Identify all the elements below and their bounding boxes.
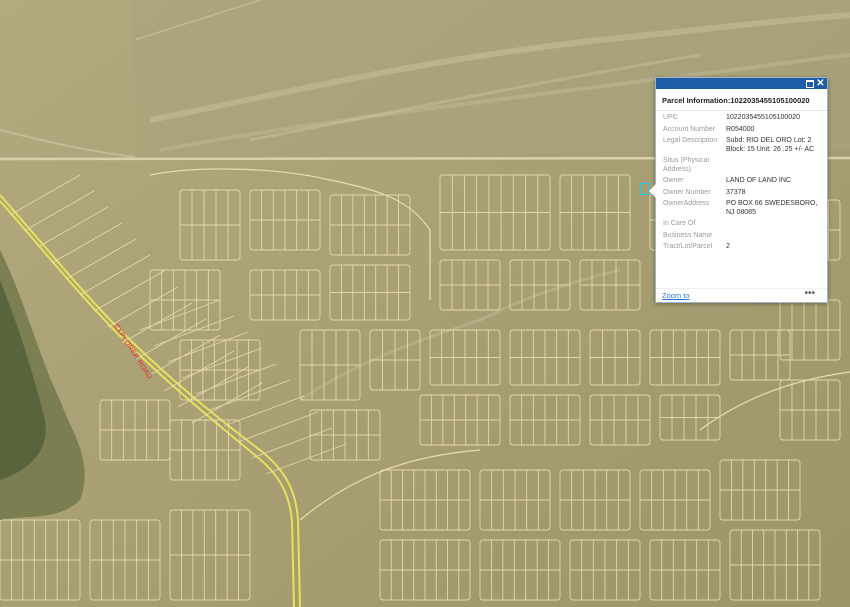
field-label: Owner Number (663, 188, 711, 196)
field-label: Situs (Physical Address) (663, 157, 709, 173)
popup-footer: Zoom to ••• (656, 288, 827, 302)
field-row: Tract/Lot/Parcel 2 (663, 243, 821, 252)
parcel-popup: ✕ Parcel Information:1022035455105100020… (649, 77, 828, 303)
maximize-icon[interactable] (804, 78, 815, 89)
field-value (726, 157, 818, 174)
more-actions-icon[interactable]: ••• (804, 288, 815, 299)
popup-fields: UPC 1022035455105100020 Account Number R05… (656, 111, 827, 252)
popup-pointer (649, 184, 656, 198)
popup-title: Parcel Information:1022035455105100020 (656, 89, 827, 111)
field-value: 1022035455105100020 (726, 114, 800, 121)
field-label: Business Name (663, 231, 713, 239)
field-value: PO BOX 66 SWEDESBORO, NJ 08085 (726, 200, 818, 216)
close-icon[interactable]: ✕ (815, 78, 826, 89)
field-row: Business Name (663, 232, 821, 241)
field-label: UPC (663, 114, 678, 121)
field-value: 37378 (726, 188, 746, 196)
field-row: Owner Number 37378 (663, 189, 821, 198)
field-row: In Care Of (663, 220, 821, 229)
field-row: Legal Description Subd: RIO DEL ORO Lot: … (663, 137, 821, 154)
zoom-to-link[interactable]: Zoom to (662, 291, 690, 300)
field-row: Account Number R054000 (663, 126, 821, 135)
field-value: LAND OF LAND INC (726, 177, 791, 184)
popup-header: ✕ (656, 78, 827, 89)
field-value: 2 (726, 243, 730, 250)
field-row: Owner LAND OF LAND INC (663, 177, 821, 186)
field-label: Account Number (663, 125, 716, 133)
field-label: In Care Of (663, 220, 696, 227)
field-value (726, 232, 818, 241)
field-label: Owner (663, 177, 684, 184)
field-value: Subd: RIO DEL ORO Lot: 2 Block: 15 Unit:… (726, 137, 815, 153)
field-row: OwnerAddress PO BOX 66 SWEDESBORO, NJ 080… (663, 200, 821, 217)
field-label: OwnerAddress (663, 200, 710, 207)
field-value (726, 220, 818, 229)
field-value: R054000 (726, 125, 755, 133)
field-label: Legal Description (663, 137, 718, 144)
field-label: Tract/Lot/Parcel (663, 243, 713, 250)
field-row: UPC 1022035455105100020 (663, 114, 821, 123)
field-row: Situs (Physical Address) (663, 157, 821, 174)
